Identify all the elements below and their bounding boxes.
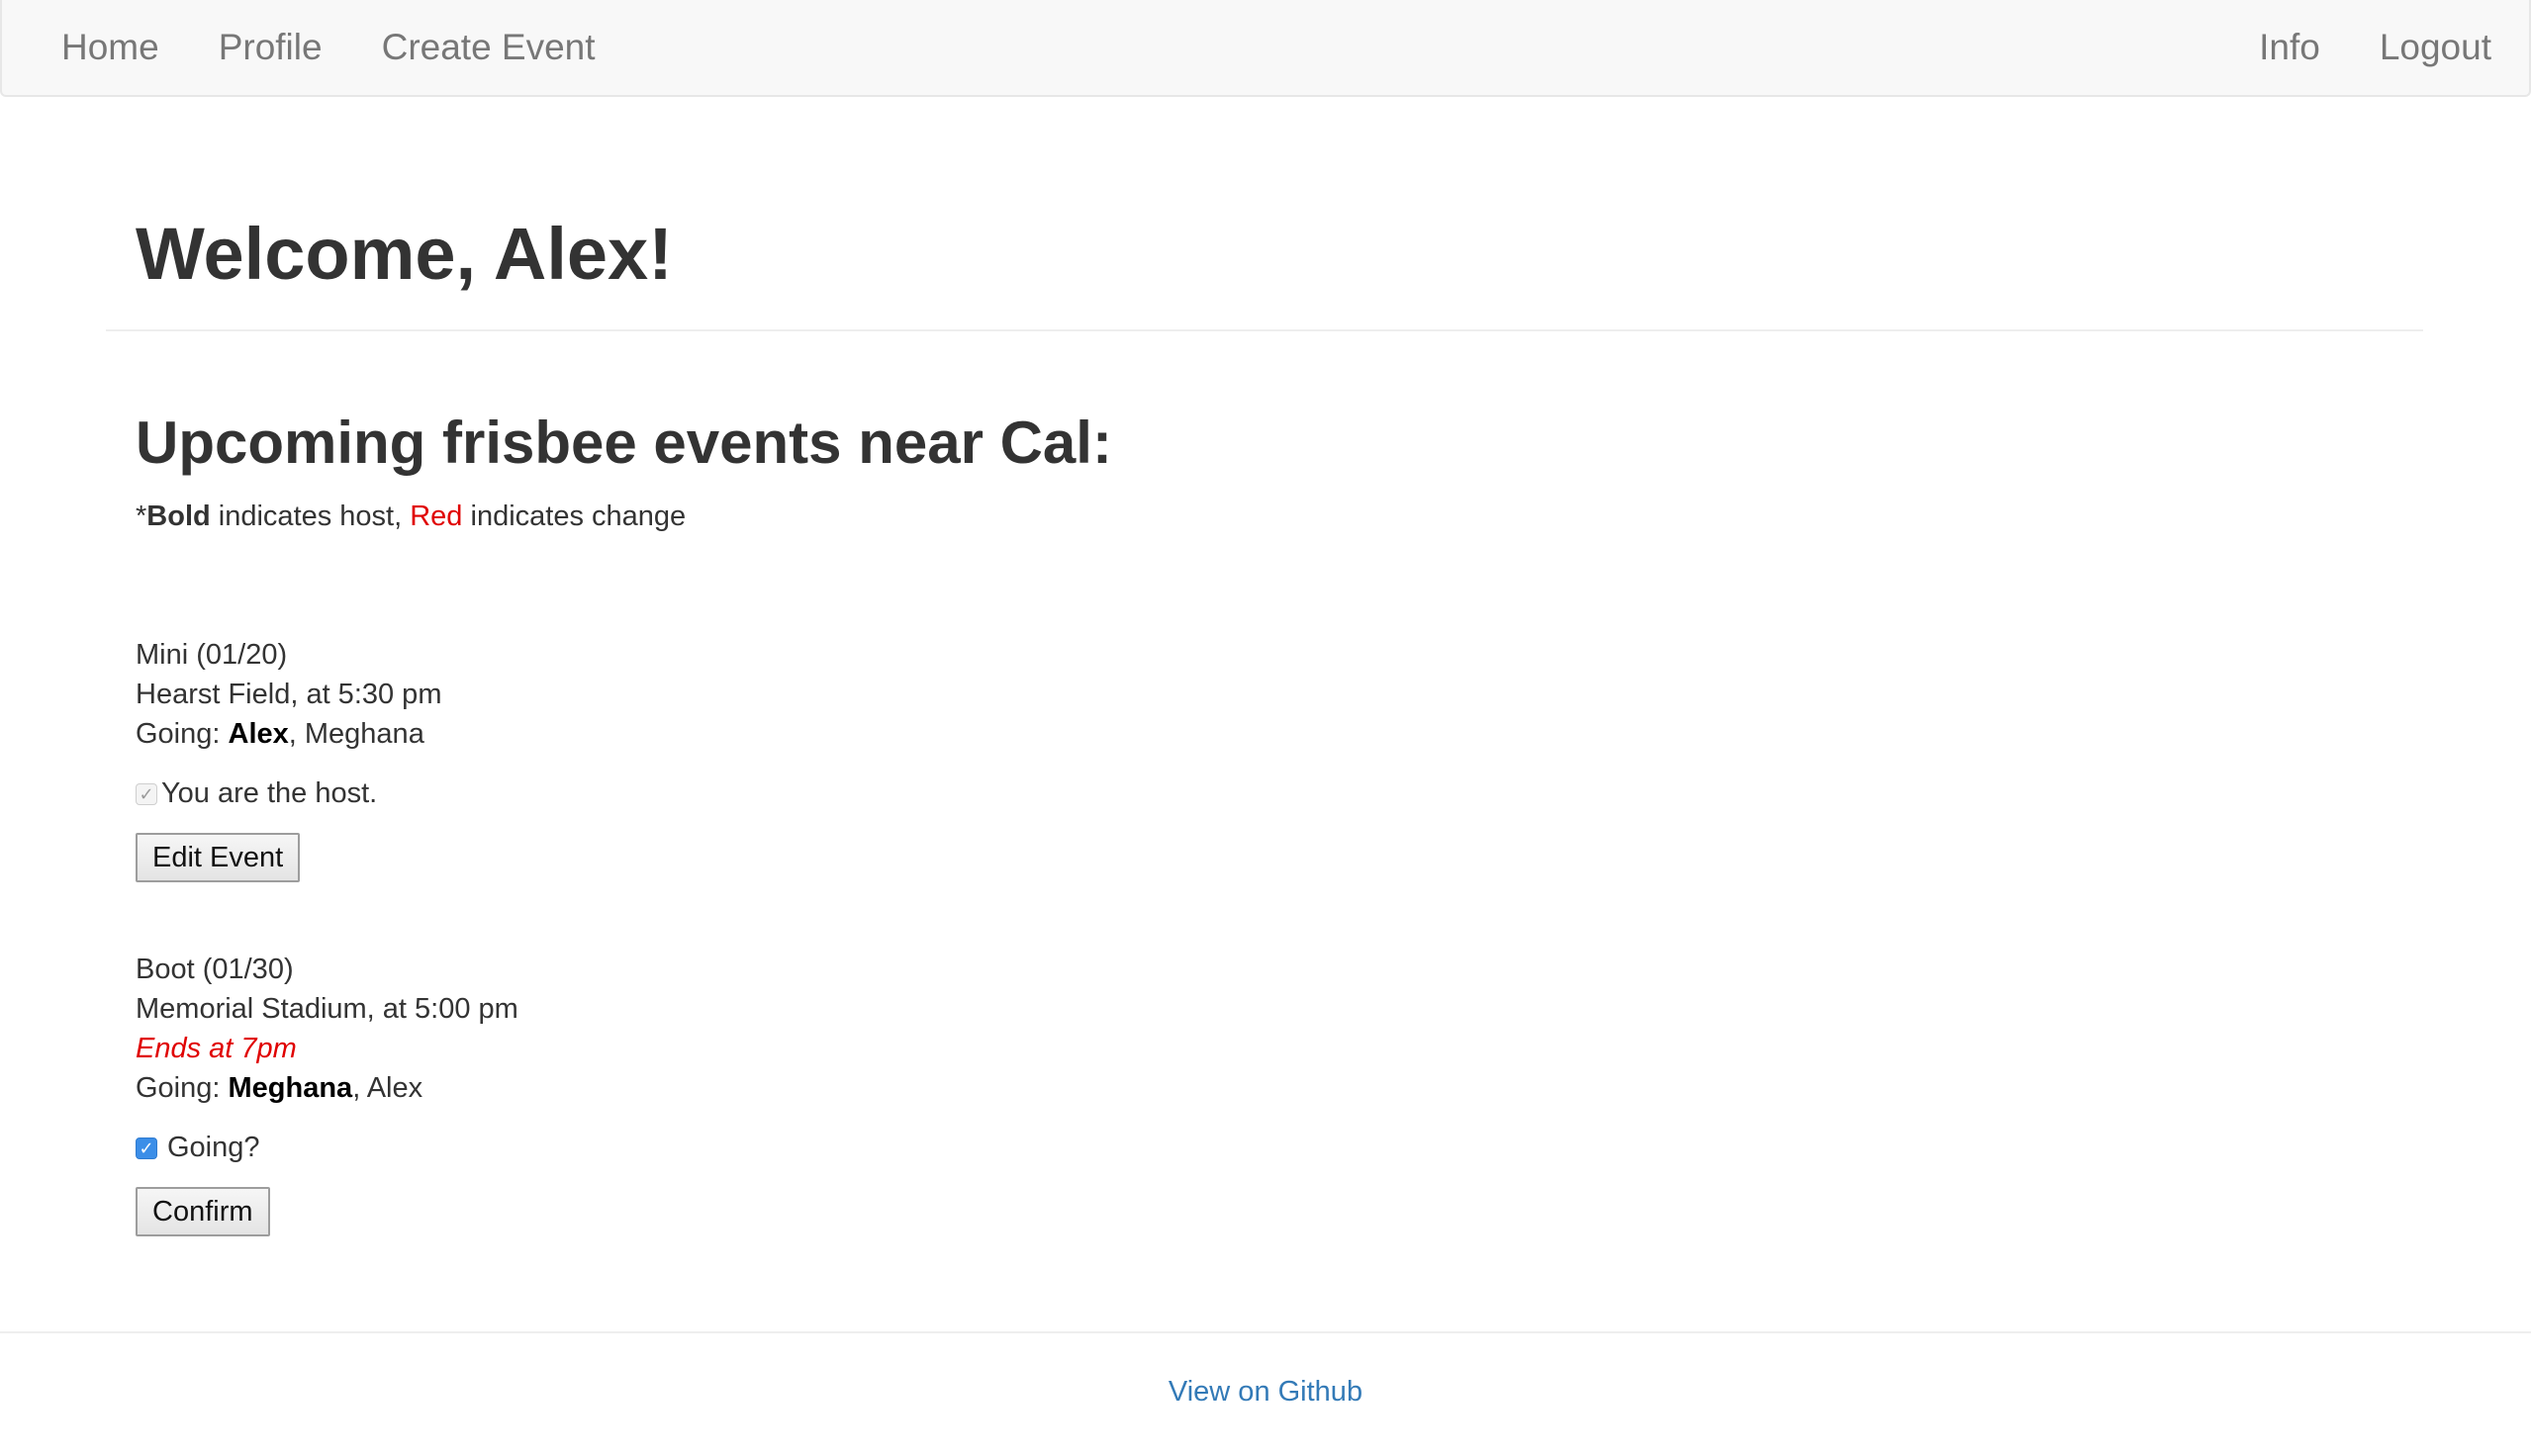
- event-other-attendees: Meghana: [304, 718, 424, 750]
- edit-event-button[interactable]: Edit Event: [136, 833, 301, 882]
- check-icon: ✓: [139, 1138, 154, 1158]
- nav-right-group: Info Logout: [2229, 0, 2521, 95]
- attendee-separator: ,: [288, 718, 305, 750]
- going-checkbox[interactable]: ✓: [136, 1138, 157, 1159]
- top-navbar: Home Profile Create Event Info Logout: [0, 0, 2531, 97]
- attendee-separator: ,: [352, 1072, 367, 1104]
- going-label: Going:: [136, 718, 229, 750]
- check-icon: ✓: [139, 784, 154, 804]
- going-label: Going:: [136, 1072, 229, 1104]
- host-checkbox-label: You are the host.: [161, 776, 378, 809]
- nav-home-link[interactable]: Home: [32, 0, 189, 95]
- section-title: Upcoming frisbee events near Cal:: [136, 410, 1112, 476]
- page-title: Welcome, Alex!: [136, 213, 673, 295]
- nav-info-link[interactable]: Info: [2229, 0, 2350, 95]
- legend-prefix: *: [136, 500, 147, 532]
- nav-profile-link[interactable]: Profile: [189, 0, 352, 95]
- going-checkbox-label: Going?: [167, 1131, 260, 1163]
- footer-divider: [0, 1331, 2531, 1333]
- header-divider: [106, 329, 2423, 331]
- legend-bold-word: Bold: [146, 500, 211, 532]
- event-card: Boot (01/30) Memorial Stadium, at 5:00 p…: [136, 950, 518, 1236]
- github-link[interactable]: View on Github: [1169, 1376, 1362, 1408]
- going-checkbox-row: ✓ Going?: [136, 1128, 518, 1167]
- event-host: Alex: [228, 718, 289, 750]
- host-checkbox-row: ✓ You are the host.: [136, 774, 441, 813]
- event-title: Boot (01/30): [136, 954, 294, 985]
- event-location: Hearst Field, at 5:30 pm: [136, 679, 442, 710]
- nav-logout-link[interactable]: Logout: [2350, 0, 2521, 95]
- event-title: Mini (01/20): [136, 639, 288, 671]
- legend-suffix: indicates change: [462, 500, 687, 532]
- event-location: Memorial Stadium, at 5:00 pm: [136, 993, 518, 1025]
- nav-create-event-link[interactable]: Create Event: [352, 0, 625, 95]
- legend-note: *Bold indicates host, Red indicates chan…: [136, 497, 686, 536]
- legend-middle: indicates host,: [210, 500, 411, 532]
- event-host: Meghana: [228, 1072, 353, 1104]
- confirm-button[interactable]: Confirm: [136, 1187, 270, 1236]
- footer-github-link: View on Github: [0, 1372, 2531, 1411]
- host-checkbox: ✓: [136, 783, 157, 805]
- event-attendees: Going: Alex, Meghana: [136, 714, 441, 754]
- event-change-note: Ends at 7pm: [136, 1033, 297, 1064]
- event-card: Mini (01/20) Hearst Field, at 5:30 pm Go…: [136, 635, 441, 882]
- event-other-attendees: Alex: [366, 1072, 423, 1104]
- event-attendees: Going: Meghana, Alex: [136, 1068, 518, 1108]
- nav-left-group: Home Profile Create Event: [32, 0, 625, 95]
- legend-red-word: Red: [410, 500, 463, 532]
